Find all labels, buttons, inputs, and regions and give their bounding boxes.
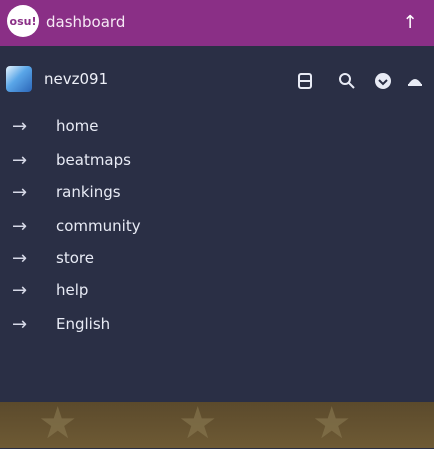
username[interactable]: nevz091 [44, 70, 108, 88]
nav-item-label: store [56, 249, 94, 267]
theme-icon [408, 79, 422, 86]
user-bar: nevz091 [0, 46, 434, 108]
nav-item-store[interactable]: → store [0, 242, 434, 274]
nav-item-label: help [56, 281, 89, 299]
arrow-right-icon: → [12, 247, 28, 269]
arrow-up-icon: ↑ [402, 11, 418, 33]
scroll-top-button[interactable]: ↑ [400, 10, 420, 34]
nav-item-language[interactable]: → English [0, 308, 434, 340]
notifications-icon [375, 73, 391, 89]
notifications-button[interactable] [372, 70, 394, 92]
nav-item-label: English [56, 315, 111, 333]
star-decoration: ★ [178, 398, 218, 449]
avatar[interactable] [6, 66, 32, 92]
nav-item-home[interactable]: → home [0, 110, 434, 142]
arrow-right-icon: → [12, 149, 28, 171]
star-decoration: ★ [38, 398, 78, 449]
nav-item-community[interactable]: → community [0, 210, 434, 242]
nav-item-beatmaps[interactable]: → beatmaps [0, 144, 434, 176]
nav-item-label: rankings [56, 183, 121, 201]
navigation-menu: → home → beatmaps → rankings → community… [0, 108, 434, 402]
nav-item-label: community [56, 217, 141, 235]
star-decoration: ★ [312, 398, 352, 449]
nav-item-rankings[interactable]: → rankings [0, 176, 434, 208]
search-icon [339, 73, 355, 89]
arrow-right-icon: → [12, 279, 28, 301]
arrow-right-icon: → [12, 313, 28, 335]
osu-logo[interactable]: osu! [7, 5, 39, 37]
nav-item-label: home [56, 117, 99, 135]
top-bar: osu! dashboard ↑ [0, 0, 434, 46]
page-title: dashboard [46, 13, 126, 31]
nav-item-label: beatmaps [56, 151, 131, 169]
search-button[interactable] [336, 70, 358, 92]
arrow-right-icon: → [12, 115, 28, 137]
arrow-right-icon: → [12, 181, 28, 203]
theme-toggle[interactable] [404, 70, 426, 92]
arrow-right-icon: → [12, 215, 28, 237]
chat-icon [298, 73, 312, 89]
nav-item-help[interactable]: → help [0, 274, 434, 306]
chat-button[interactable] [294, 70, 316, 92]
